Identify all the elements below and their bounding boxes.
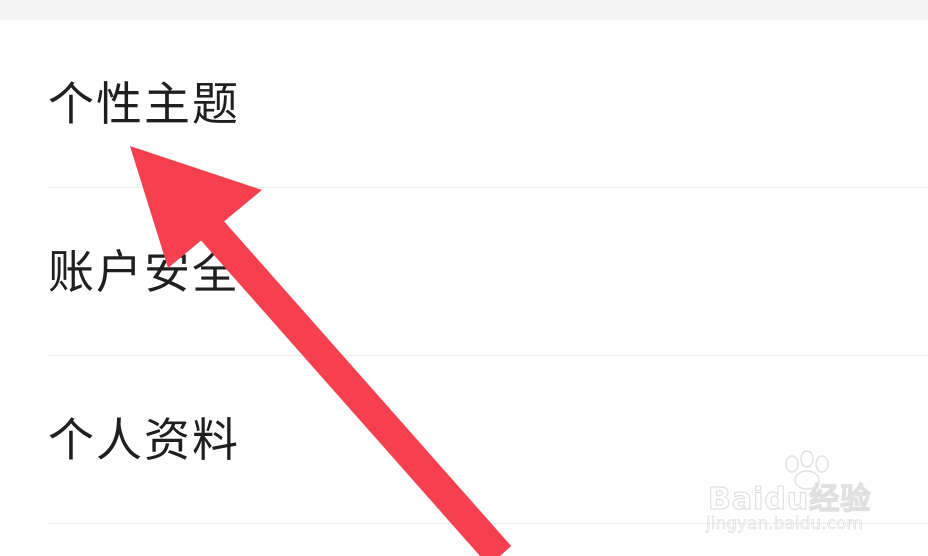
- menu-item-label: 个性主题: [48, 77, 240, 131]
- baidu-watermark: Baidu经验 jingyan.baidu.com: [700, 450, 900, 542]
- settings-menu-list: 个性主题 账户安全 个人资料: [0, 20, 928, 524]
- settings-screen: 个性主题 账户安全 个人资料 Baidu经验 jingyan.baidu.com: [0, 0, 928, 556]
- watermark-url: jingyan.baidu.com: [706, 514, 864, 535]
- top-section-gap: [0, 0, 928, 20]
- watermark-brand: Baidu经验: [707, 481, 872, 517]
- menu-item-label: 账户安全: [48, 245, 240, 299]
- menu-item-label: 个人资料: [48, 413, 240, 467]
- menu-item-personal-theme[interactable]: 个性主题: [0, 20, 928, 188]
- menu-item-account-security[interactable]: 账户安全: [0, 188, 928, 356]
